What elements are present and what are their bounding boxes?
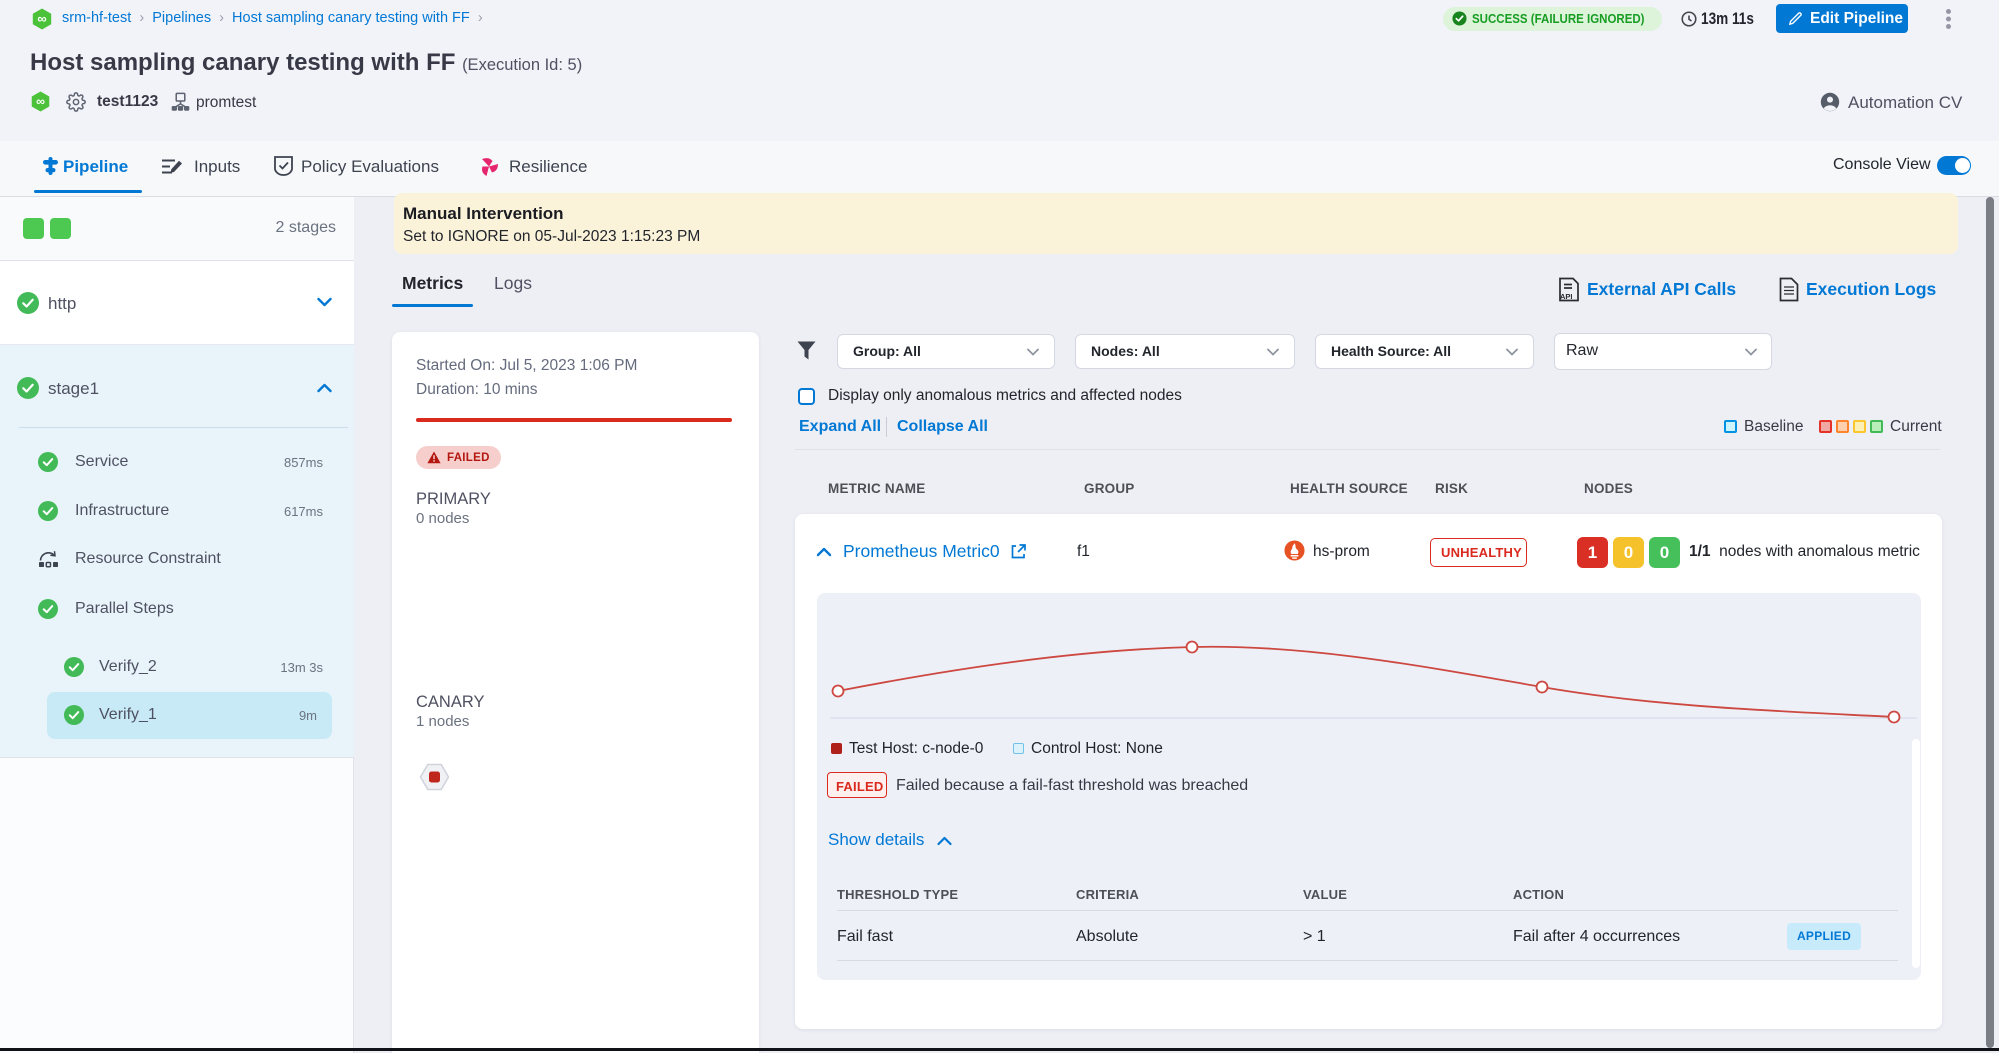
svg-text:∞: ∞ xyxy=(36,94,45,108)
svg-text:∞: ∞ xyxy=(37,11,46,26)
svg-text:API: API xyxy=(1560,292,1573,301)
